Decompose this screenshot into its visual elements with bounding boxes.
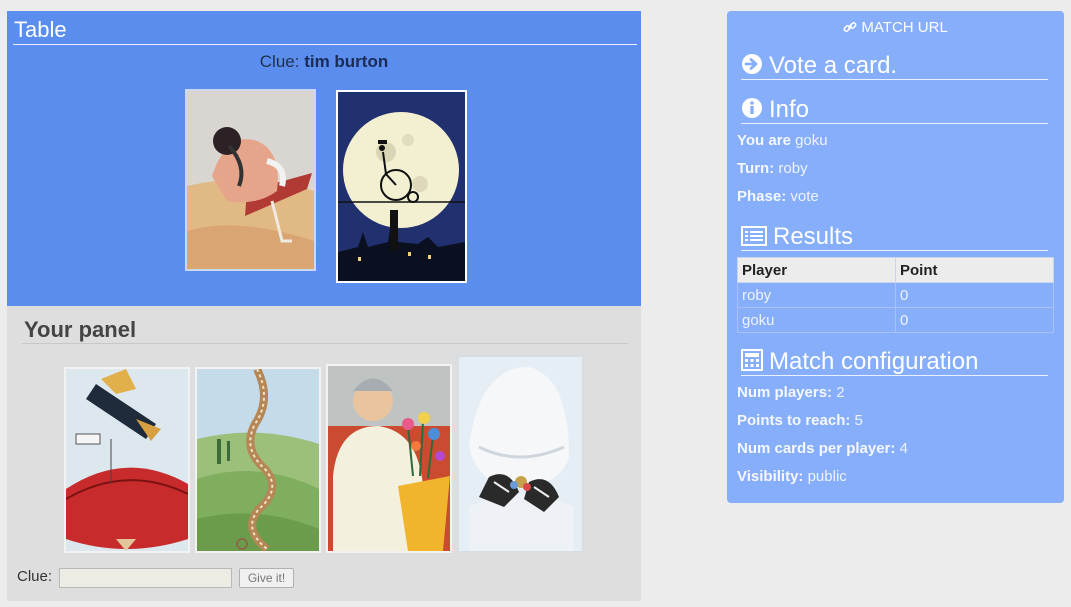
table-clue: Clue: tim burton — [7, 52, 641, 72]
config-points-value: 5 — [854, 412, 863, 429]
hand-card-1-art — [66, 369, 188, 551]
info-you-are-value: goku — [795, 132, 828, 149]
match-url-label: MATCH URL — [861, 19, 948, 36]
result-point: 0 — [895, 282, 1054, 308]
table-row: roby 0 — [737, 282, 1054, 308]
config-visibility: Visibility: public — [737, 468, 847, 485]
table-card-2[interactable] — [336, 90, 467, 283]
config-cards-per-player: Num cards per player: 4 — [737, 440, 908, 457]
result-point: 0 — [895, 307, 1054, 333]
info-phase-value: vote — [790, 188, 819, 205]
info-you-are-label: You are — [737, 132, 791, 149]
config-visibility-label: Visibility: — [737, 468, 804, 485]
vote-heading-label: Vote a card. — [769, 52, 898, 79]
info-turn-label: Turn: — [737, 160, 775, 177]
results-heading-label: Results — [773, 223, 854, 250]
table-card-1[interactable] — [185, 89, 316, 271]
result-player: goku — [737, 307, 896, 333]
hand-card-4[interactable] — [457, 355, 584, 553]
info-phase: Phase: vote — [737, 188, 819, 205]
results-col-player: Player — [737, 257, 896, 283]
hand-card-4-art — [459, 357, 582, 551]
config-cards-label: Num cards per player: — [737, 440, 896, 457]
clue-input[interactable] — [59, 568, 232, 588]
table-title: Table — [13, 15, 637, 45]
info-phase-label: Phase: — [737, 188, 787, 205]
info-turn: Turn: roby — [737, 160, 808, 177]
arrow-circle-right-icon — [741, 52, 769, 79]
config-num-players-label: Num players: — [737, 384, 833, 401]
config-points-label: Points to reach: — [737, 412, 851, 429]
sidebar: MATCH URL Vote a card. Info You are goku… — [727, 11, 1064, 503]
config-cards-value: 4 — [899, 440, 908, 457]
vote-heading: Vote a card. — [741, 52, 1048, 80]
hand-card-2[interactable] — [195, 367, 321, 553]
info-turn-value: roby — [778, 160, 808, 177]
panel-title: Your panel — [22, 316, 628, 344]
results-col-point: Point — [895, 257, 1054, 283]
results-heading: Results — [741, 223, 1048, 251]
config-num-players: Num players: 2 — [737, 384, 845, 401]
info-you-are: You are goku — [737, 132, 828, 149]
panel-clue-label: Clue: — [17, 568, 53, 585]
config-num-players-value: 2 — [836, 384, 845, 401]
results-header-row: Player Point — [737, 257, 1054, 283]
config-heading: Match configuration — [741, 348, 1048, 376]
config-points-to-reach: Points to reach: 5 — [737, 412, 863, 429]
give-it-button[interactable]: Give it! — [239, 568, 294, 588]
hand-card-3-art — [328, 366, 450, 551]
table-row: goku 0 — [737, 307, 1054, 333]
info-circle-icon — [741, 96, 769, 123]
list-icon — [741, 223, 773, 250]
result-player: roby — [737, 282, 896, 308]
match-url-link[interactable]: MATCH URL — [727, 19, 1064, 36]
table-clue-label: Clue: — [259, 52, 300, 71]
panel-section: Your panel Clue: Give it! — [7, 306, 641, 601]
info-heading-label: Info — [769, 96, 810, 123]
table-card-2-art — [338, 92, 465, 281]
results-table: Player Point roby 0 goku 0 — [737, 257, 1054, 333]
table-clue-value: tim burton — [304, 52, 389, 71]
table-section: Table Clue: tim burton — [7, 11, 641, 306]
config-heading-label: Match configuration — [769, 348, 979, 375]
info-heading: Info — [741, 96, 1048, 124]
hand-card-2-art — [197, 369, 319, 551]
hand-card-1[interactable] — [64, 367, 190, 553]
config-visibility-value: public — [807, 468, 847, 485]
hand-card-3[interactable] — [326, 364, 452, 553]
link-icon — [843, 19, 861, 36]
calculator-icon — [741, 348, 769, 375]
table-card-1-art — [187, 91, 314, 269]
